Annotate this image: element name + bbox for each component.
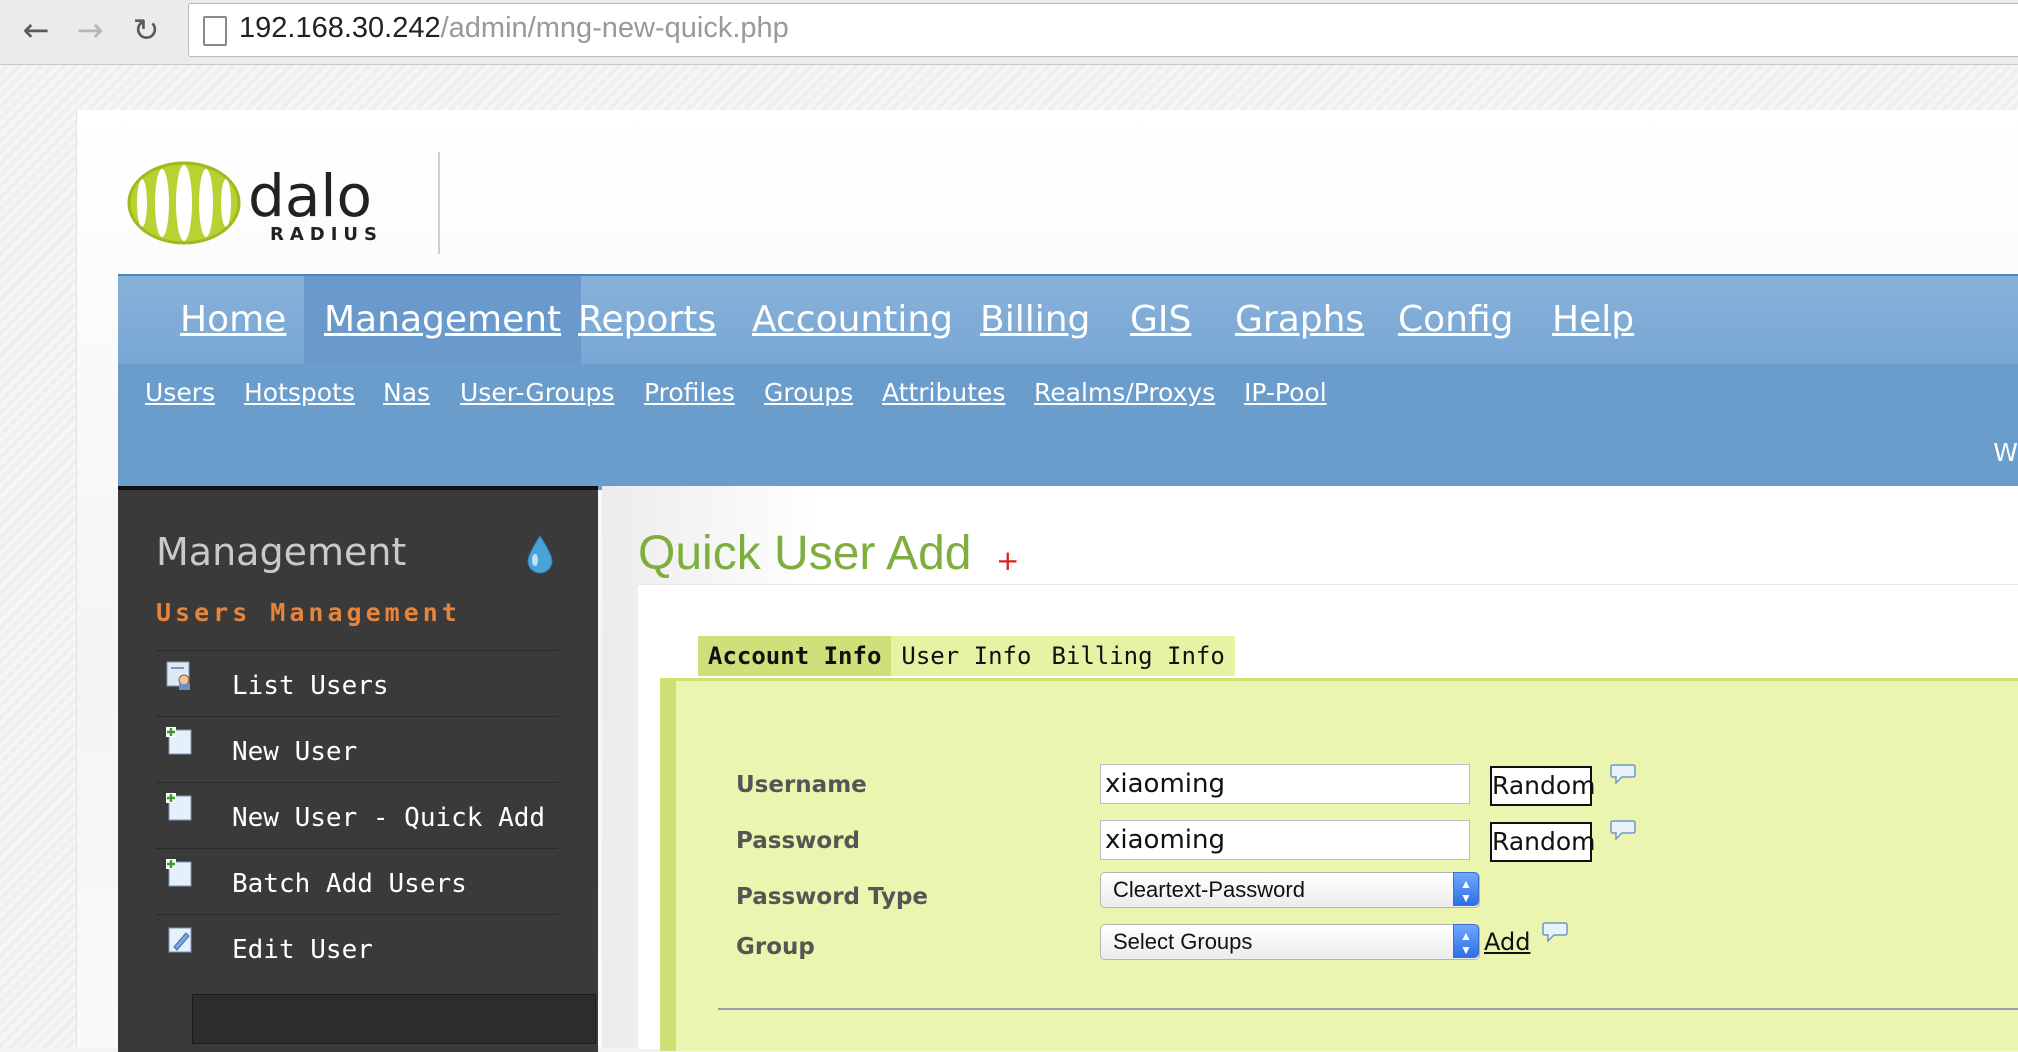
edit-user-icon [168,927,192,953]
sidebar-item-edit-user[interactable]: Edit User [156,914,558,979]
sidebar-title: Management [156,530,407,574]
submenu-user-groups[interactable]: User-Groups [460,378,614,407]
submenu-profiles[interactable]: Profiles [644,378,735,407]
top-navigation: Home Management Reports Accounting Billi… [118,274,2018,490]
new-user-icon [166,727,192,755]
form-tabs: Account Info User Info Billing Info [698,636,1235,676]
sidebar-item-new-user[interactable]: New User [156,716,558,781]
submenu-users[interactable]: Users [145,378,215,407]
submenu-attributes[interactable]: Attributes [882,378,1005,407]
group-select[interactable]: Select Groups ▲ ▼ [1100,924,1480,960]
menu-reports[interactable]: Reports [578,276,716,364]
users-list-icon [166,661,190,690]
new-user-icon [166,859,192,887]
page-title: Quick User Add [638,527,972,580]
password-label: Password [736,828,860,854]
password-type-value: Cleartext-Password [1113,877,1305,902]
url-path: /admin/mng-new-quick.php [440,12,789,44]
submenu-hotspots[interactable]: Hotspots [244,378,355,407]
menu-home[interactable]: Home [180,276,286,364]
select-arrows-icon: ▲ ▼ [1453,924,1479,958]
menu-config[interactable]: Config [1398,276,1514,364]
sidebar-item-label: Batch Add Users [232,869,467,899]
tab-billing-info[interactable]: Billing Info [1041,636,1234,676]
reload-icon[interactable]: ↻ [124,8,168,52]
sidebar-item-label: New User - Quick Add [232,803,546,833]
menu-accounting[interactable]: Accounting [752,276,953,364]
submenu-nas[interactable]: Nas [383,378,430,407]
welcome-text: W [1993,438,2018,467]
submenu-groups[interactable]: Groups [764,378,853,407]
random-username-button[interactable]: Random [1490,766,1596,806]
logo-divider [438,152,440,254]
sidebar-item-new-user-quick-add[interactable]: New User - Quick Add [156,782,558,847]
password-type-select[interactable]: Cleartext-Password ▲ ▼ [1100,872,1480,908]
menu-management[interactable]: Management [304,276,582,364]
form-divider [718,1008,2018,1010]
menu-help[interactable]: Help [1552,276,1634,364]
sidebar: Management Users Management List Users N… [118,486,598,1052]
sidebar-item-label: Edit User [232,935,373,965]
page-icon [203,16,227,46]
sidebar-subtitle: Users Management [156,598,461,627]
account-info-panel [660,678,2018,1051]
menu-gis[interactable]: GIS [1130,276,1191,364]
sidebar-footer-box [192,994,596,1044]
water-drop-icon [527,535,553,574]
browser-toolbar: ← → ↻ 192.168.30.242/admin/mng-new-quick… [0,0,2018,65]
url-host: 192.168.30.242 [239,12,441,44]
new-user-icon [166,793,192,821]
add-group-link[interactable]: Add [1484,928,1530,956]
daloradius-logo[interactable]: dalo RADIUS [126,158,416,248]
tab-account-info[interactable]: Account Info [698,636,892,676]
main-menu: Home Management Reports Accounting Billi… [118,276,2018,364]
logo-word-dalo: dalo [248,162,372,230]
toggle-help-plus[interactable]: + [996,544,1019,577]
sidebar-item-label: New User [232,737,358,767]
submenu-realms-proxys[interactable]: Realms/Proxys [1034,378,1215,407]
password-field[interactable]: xiaoming [1100,820,1470,860]
sidebar-item-batch-add-users[interactable]: Batch Add Users [156,848,558,913]
url-text[interactable]: 192.168.30.242/admin/mng-new-quick.php [239,12,789,45]
username-field[interactable]: xiaoming [1100,764,1470,804]
logo-word-radius: RADIUS [270,224,383,245]
sidebar-item-list-users[interactable]: List Users [156,650,558,715]
group-select-value: Select Groups [1113,929,1253,954]
random-password-button[interactable]: Random [1490,822,1596,862]
group-label: Group [736,934,815,960]
sidebar-item-label: List Users [232,671,389,701]
tab-user-info[interactable]: User Info [891,636,1041,676]
back-arrow-icon[interactable]: ← [14,8,58,52]
help-bubble-icon[interactable] [1610,818,1636,842]
forward-arrow-icon[interactable]: → [68,8,112,52]
select-arrows-icon: ▲ ▼ [1453,872,1479,906]
address-bar[interactable]: 192.168.30.242/admin/mng-new-quick.php [188,3,2018,57]
menu-graphs[interactable]: Graphs [1235,276,1364,364]
menu-billing[interactable]: Billing [980,276,1090,364]
password-type-label: Password Type [736,884,929,910]
help-bubble-icon[interactable] [1610,762,1636,786]
help-bubble-icon[interactable] [1542,920,1568,944]
username-label: Username [736,772,867,798]
submenu-ip-pool[interactable]: IP-Pool [1244,378,1327,407]
